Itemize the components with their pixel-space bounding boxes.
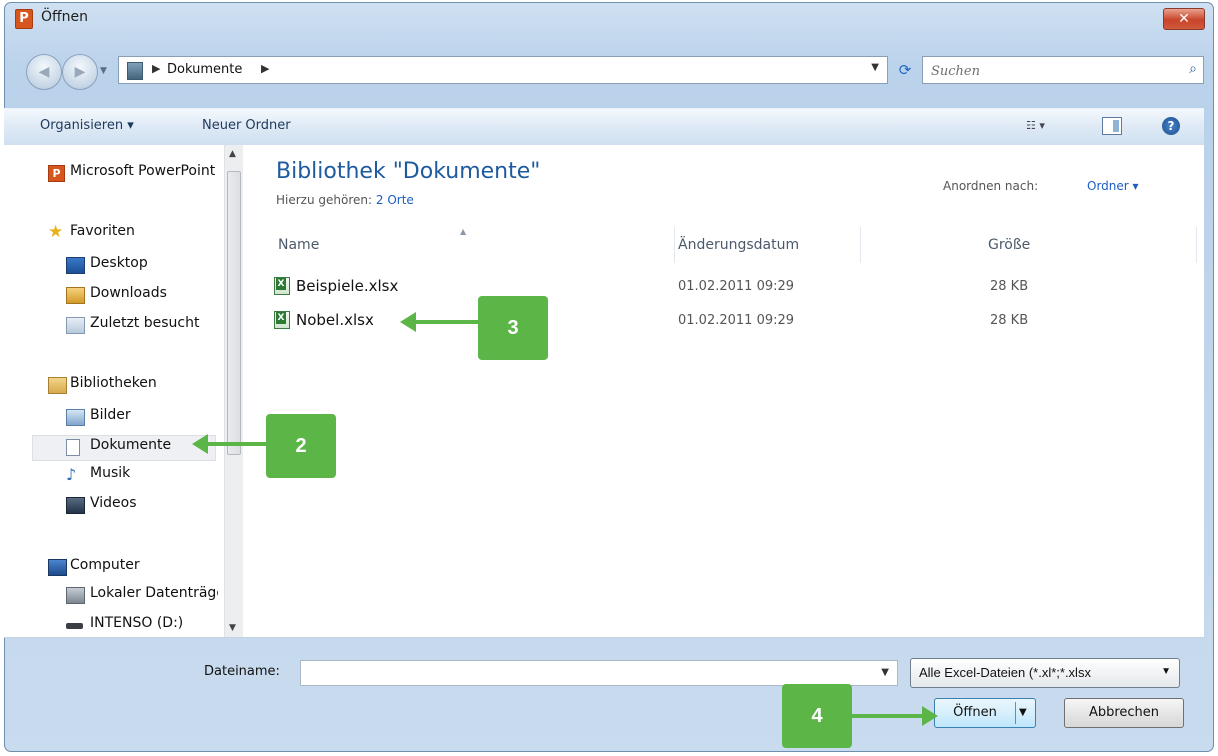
breadcrumb-separator-icon[interactable]: ▶ xyxy=(152,62,160,75)
recent-icon xyxy=(66,317,85,334)
file-row[interactable]: Beispiele.xlsx 01.02.2011 09:29 28 KB xyxy=(274,275,1054,301)
close-button[interactable]: ✕ xyxy=(1163,8,1205,30)
file-row[interactable]: Nobel.xlsx 01.02.2011 09:29 28 KB xyxy=(274,309,1054,335)
callout-arrow-3 xyxy=(400,312,480,332)
filename-label: Dateiname: xyxy=(204,664,280,679)
sidebar-scrollbar[interactable]: ▲ ▼ xyxy=(224,145,243,637)
music-icon: ♪ xyxy=(66,465,77,484)
arrange-dropdown[interactable]: Ordner ▾ xyxy=(1087,179,1139,193)
includes-link[interactable]: 2 Orte xyxy=(376,193,414,207)
sidebar-item-bilder[interactable]: Bilder xyxy=(90,407,244,429)
sidebar-item-zuletzt-besucht[interactable]: Zuletzt besucht xyxy=(90,315,244,337)
file-size: 28 KB xyxy=(990,279,1029,294)
cancel-button[interactable]: Abbrechen xyxy=(1064,698,1184,728)
breadcrumb-separator-icon[interactable]: ▶ xyxy=(261,62,269,75)
libraries-icon xyxy=(48,377,67,394)
back-button[interactable]: ◀ xyxy=(26,54,62,90)
file-type-select[interactable]: Alle Excel-Dateien (*.xl*;*.xlsx ▼ xyxy=(910,658,1180,688)
callout-arrow-2 xyxy=(192,434,266,454)
file-date: 01.02.2011 09:29 xyxy=(678,279,795,294)
filename-input[interactable] xyxy=(305,664,869,684)
address-bar[interactable]: ▶ Dokumente ▶ ▼ xyxy=(118,56,888,84)
sort-ascending-icon: ▲ xyxy=(460,227,467,236)
excel-file-icon xyxy=(274,277,290,295)
videos-icon xyxy=(66,497,85,514)
organize-button[interactable]: Organisieren ▾ xyxy=(40,118,134,133)
open-options-dropdown-icon[interactable]: ▼ xyxy=(1019,699,1027,727)
drive-icon xyxy=(66,623,83,629)
column-header-name[interactable]: Name xyxy=(278,237,319,253)
file-name[interactable]: Beispiele.xlsx xyxy=(296,277,398,295)
address-dropdown-icon[interactable]: ▼ xyxy=(871,62,879,73)
help-icon[interactable]: ? xyxy=(1162,117,1180,135)
sidebar-item-musik[interactable]: Musik xyxy=(90,465,244,487)
callout-4: 4 xyxy=(782,684,852,748)
star-icon: ★ xyxy=(48,222,64,242)
library-includes: Hierzu gehören: 2 Orte xyxy=(276,193,414,207)
window-title: Öffnen xyxy=(41,9,89,25)
file-list-pane: Bibliothek "Dokumente" Hierzu gehören: 2… xyxy=(246,145,1204,637)
preview-pane-icon[interactable] xyxy=(1102,117,1122,135)
title-bar: P Öffnen ✕ xyxy=(5,3,1213,43)
search-box[interactable]: ⌕ xyxy=(922,56,1204,84)
scroll-thumb[interactable] xyxy=(227,171,241,455)
desktop-icon xyxy=(66,257,85,274)
bottom-bar: Dateiname: ▼ Alle Excel-Dateien (*.xl*;*… xyxy=(4,638,1204,748)
split-divider xyxy=(1015,702,1016,724)
sidebar-item-desktop[interactable]: Desktop xyxy=(90,255,244,277)
navigation-pane: P ★ ♪ Microsoft PowerPoint Favoriten Des… xyxy=(4,145,244,637)
filename-field[interactable]: ▼ xyxy=(300,660,898,686)
history-dropdown-icon[interactable]: ▼ xyxy=(100,66,107,76)
search-icon[interactable]: ⌕ xyxy=(1189,61,1197,77)
file-name[interactable]: Nobel.xlsx xyxy=(296,311,374,329)
content-area: P ★ ♪ Microsoft PowerPoint Favoriten Des… xyxy=(4,145,1204,638)
file-type-value: Alle Excel-Dateien (*.xl*;*.xlsx xyxy=(919,665,1091,680)
filename-dropdown-icon[interactable]: ▼ xyxy=(881,667,889,678)
sidebar-item-intenso[interactable]: INTENSO (D:) xyxy=(90,615,244,637)
documents-icon xyxy=(66,439,80,456)
includes-label: Hierzu gehören: xyxy=(276,193,373,207)
computer-icon xyxy=(48,559,67,576)
excel-file-icon xyxy=(274,311,290,329)
sidebar-item-lokaler-datentraeger[interactable]: Lokaler Datenträger xyxy=(90,585,218,607)
library-title: Bibliothek "Dokumente" xyxy=(276,159,541,184)
callout-2: 2 xyxy=(266,414,336,478)
file-date: 01.02.2011 09:29 xyxy=(678,313,795,328)
sidebar-item-videos[interactable]: Videos xyxy=(90,495,244,517)
sidebar-item-powerpoint[interactable]: Microsoft PowerPoint xyxy=(70,163,220,185)
local-disk-icon xyxy=(66,587,85,604)
scroll-down-icon[interactable]: ▼ xyxy=(229,623,236,633)
open-button-label: Öffnen xyxy=(953,705,997,720)
powerpoint-app-icon: P xyxy=(15,9,33,29)
file-size: 28 KB xyxy=(990,313,1029,328)
sidebar-item-dokumente[interactable]: Dokumente xyxy=(90,437,244,459)
column-header-date[interactable]: Änderungsdatum xyxy=(678,237,799,253)
new-folder-button[interactable]: Neuer Ordner xyxy=(202,118,291,133)
open-button[interactable]: Öffnen ▼ xyxy=(934,698,1036,728)
column-divider[interactable] xyxy=(1196,227,1197,263)
column-header-size[interactable]: Größe xyxy=(988,237,1030,253)
refresh-icon[interactable]: ⟳ xyxy=(890,56,920,84)
view-options-icon[interactable]: ☷ ▾ xyxy=(1026,119,1072,135)
folder-icon xyxy=(127,62,143,80)
sidebar-item-computer[interactable]: Computer xyxy=(70,557,242,579)
downloads-icon xyxy=(66,287,85,304)
callout-arrow-4 xyxy=(852,706,938,726)
search-input[interactable] xyxy=(929,60,1173,82)
breadcrumb-dokumente[interactable]: Dokumente xyxy=(167,62,242,77)
powerpoint-icon: P xyxy=(48,165,65,182)
column-divider[interactable] xyxy=(674,227,675,263)
callout-3: 3 xyxy=(478,296,548,360)
sidebar-item-favoriten[interactable]: Favoriten xyxy=(70,223,242,245)
scroll-up-icon[interactable]: ▲ xyxy=(229,149,236,159)
column-divider[interactable] xyxy=(860,227,861,263)
arrange-label: Anordnen nach: xyxy=(943,179,1039,193)
pictures-icon xyxy=(66,409,85,426)
sidebar-item-downloads[interactable]: Downloads xyxy=(90,285,244,307)
forward-button[interactable]: ▶ xyxy=(62,54,98,90)
file-type-dropdown-icon[interactable]: ▼ xyxy=(1161,666,1171,677)
sidebar-item-bibliotheken[interactable]: Bibliotheken xyxy=(70,375,242,397)
command-toolbar: Organisieren ▾ Neuer Ordner ☷ ▾ ? xyxy=(4,108,1204,146)
